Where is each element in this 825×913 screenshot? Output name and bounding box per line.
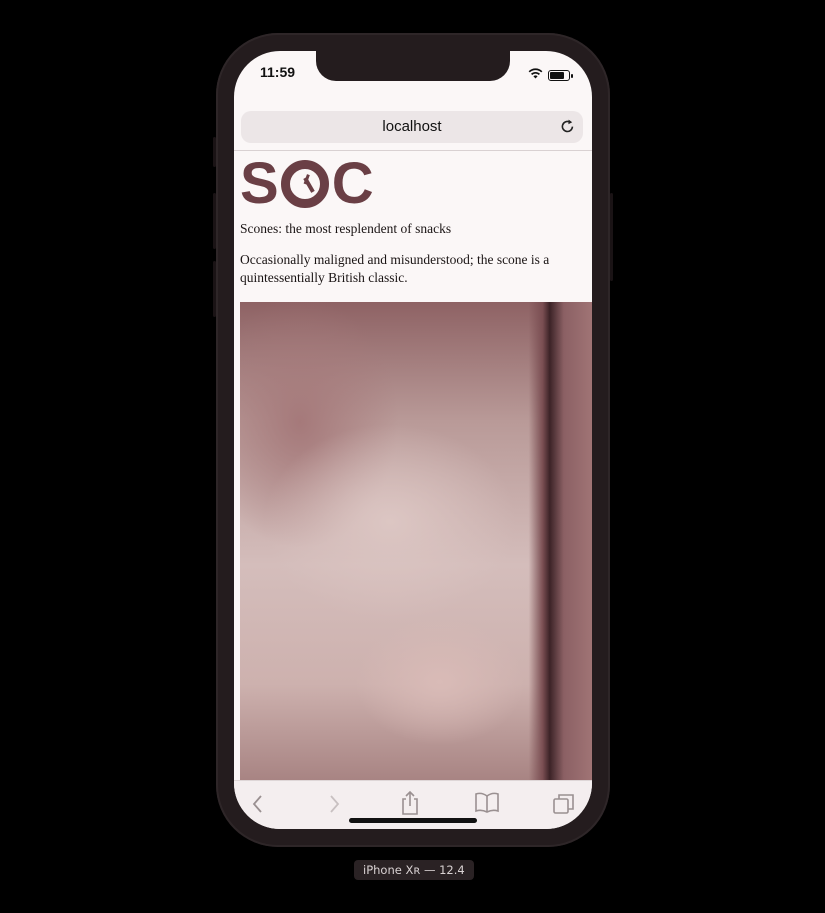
home-indicator[interactable] — [349, 818, 477, 823]
device-label: iPhone Xʀ — 12.4 — [354, 860, 474, 880]
tabs-icon[interactable] — [552, 792, 576, 821]
back-icon[interactable] — [250, 793, 266, 820]
address-url: localhost — [382, 118, 442, 135]
forward-icon[interactable] — [326, 793, 342, 820]
volume-down-button — [213, 261, 216, 317]
status-icons — [528, 66, 573, 84]
notch — [316, 51, 510, 81]
reload-icon[interactable] — [560, 119, 575, 139]
clock-icon — [280, 160, 329, 208]
iphone-frame: 11:59 localhost S C Scones: the most res… — [213, 33, 613, 847]
page-intro: Occasionally maligned and misunderstood;… — [240, 252, 550, 285]
hero-image — [240, 302, 592, 780]
mute-switch — [213, 137, 216, 167]
status-time: 11:59 — [260, 64, 296, 80]
toolbar-divider — [234, 150, 592, 151]
phone-screen: 11:59 localhost S C Scones: the most res… — [234, 51, 592, 829]
share-icon[interactable] — [400, 790, 420, 821]
page-tagline: Scones: the most resplendent of snacks — [240, 221, 452, 236]
logo-letter-c: C — [331, 151, 374, 216]
battery-icon — [548, 69, 573, 81]
site-logo[interactable]: S C — [240, 151, 374, 216]
address-bar[interactable]: localhost — [241, 111, 583, 143]
wifi-icon — [528, 66, 543, 84]
volume-up-button — [213, 193, 216, 249]
bookmarks-icon[interactable] — [474, 792, 500, 819]
logo-letter-s: S — [240, 151, 279, 216]
power-button — [610, 193, 613, 281]
simulator-stage: 11:59 localhost S C Scones: the most res… — [0, 0, 825, 913]
